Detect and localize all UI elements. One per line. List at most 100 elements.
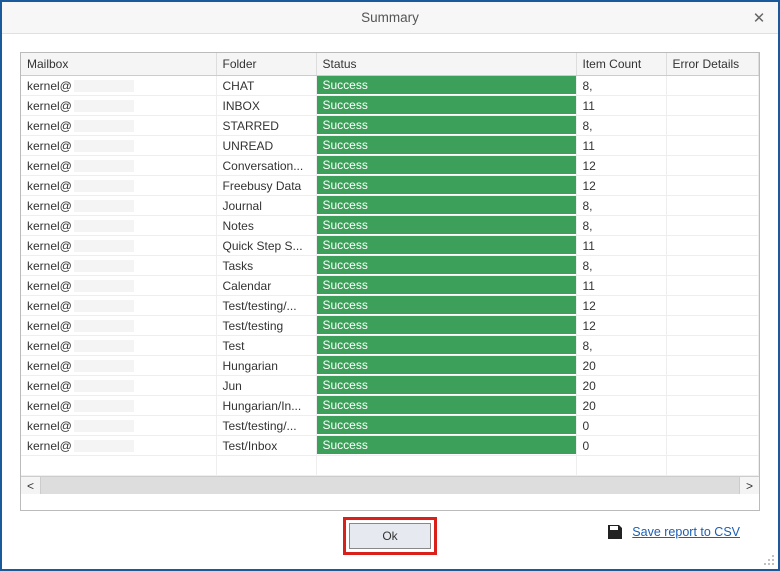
results-table: Mailbox Folder Status Item Count Error D… <box>21 53 759 476</box>
scroll-right-button[interactable]: > <box>739 477 759 494</box>
cell-status: Success <box>316 336 576 356</box>
cell-mailbox: kernel@ <box>21 236 216 256</box>
table-row[interactable]: kernel@Hungarian/In...Success20 <box>21 396 759 416</box>
cell-item-count: 8, <box>576 116 666 136</box>
table-row[interactable]: kernel@Conversation...Success12 <box>21 156 759 176</box>
table-row[interactable]: kernel@TasksSuccess8, <box>21 256 759 276</box>
table-row[interactable]: kernel@Test/InboxSuccess0 <box>21 436 759 456</box>
cell-mailbox: kernel@ <box>21 196 216 216</box>
cell-mailbox: kernel@ <box>21 436 216 456</box>
dialog-body: Mailbox Folder Status Item Count Error D… <box>2 34 778 569</box>
cell-folder: Tasks <box>216 256 316 276</box>
cell-folder: Test/testing <box>216 316 316 336</box>
cell-error-details <box>666 356 759 376</box>
table-row[interactable]: kernel@CHATSuccess8, <box>21 76 759 96</box>
table-row[interactable]: kernel@STARREDSuccess8, <box>21 116 759 136</box>
cell-mailbox: kernel@ <box>21 296 216 316</box>
ok-button-label: Ok <box>382 529 397 543</box>
close-button[interactable]: ✕ <box>740 2 778 34</box>
table-row[interactable]: kernel@Freebusy DataSuccess12 <box>21 176 759 196</box>
table-row[interactable]: kernel@Test/testing/...Success12 <box>21 296 759 316</box>
cell-item-count: 11 <box>576 136 666 156</box>
cell-item-count: 11 <box>576 96 666 116</box>
col-folder[interactable]: Folder <box>216 53 316 76</box>
cell-item-count: 0 <box>576 416 666 436</box>
scroll-left-button[interactable]: < <box>21 477 41 494</box>
table-row[interactable]: kernel@JunSuccess20 <box>21 376 759 396</box>
cell-status: Success <box>316 236 576 256</box>
cell-mailbox: kernel@ <box>21 336 216 356</box>
cell-mailbox: kernel@ <box>21 76 216 96</box>
cell-error-details <box>666 316 759 336</box>
resize-grip[interactable] <box>762 553 774 565</box>
table-row[interactable]: kernel@HungarianSuccess20 <box>21 356 759 376</box>
col-item-count[interactable]: Item Count <box>576 53 666 76</box>
cell-error-details <box>666 136 759 156</box>
status-badge: Success <box>317 356 576 375</box>
cell-status: Success <box>316 416 576 436</box>
cell-item-count: 20 <box>576 376 666 396</box>
horizontal-scrollbar[interactable]: < > <box>21 476 759 494</box>
cell-folder: Test/testing/... <box>216 416 316 436</box>
cell-item-count: 11 <box>576 276 666 296</box>
cell-mailbox: kernel@ <box>21 416 216 436</box>
cell-folder: STARRED <box>216 116 316 136</box>
status-badge: Success <box>317 176 576 195</box>
table-row[interactable]: kernel@UNREADSuccess11 <box>21 136 759 156</box>
cell-folder: Freebusy Data <box>216 176 316 196</box>
cell-mailbox: kernel@ <box>21 276 216 296</box>
cell-mailbox: kernel@ <box>21 96 216 116</box>
cell-item-count: 8, <box>576 256 666 276</box>
status-badge: Success <box>317 96 576 115</box>
table-row <box>21 456 759 476</box>
status-badge: Success <box>317 396 576 415</box>
cell-item-count: 12 <box>576 316 666 336</box>
cell-error-details <box>666 256 759 276</box>
cell-status: Success <box>316 376 576 396</box>
cell-status: Success <box>316 436 576 456</box>
cell-status: Success <box>316 356 576 376</box>
cell-error-details <box>666 416 759 436</box>
cell-error-details <box>666 96 759 116</box>
cell-status: Success <box>316 176 576 196</box>
table-row[interactable]: kernel@Test/testingSuccess12 <box>21 316 759 336</box>
cell-item-count: 20 <box>576 356 666 376</box>
table-row[interactable]: kernel@TestSuccess8, <box>21 336 759 356</box>
cell-item-count: 12 <box>576 296 666 316</box>
cell-item-count: 8, <box>576 216 666 236</box>
status-badge: Success <box>317 336 576 355</box>
cell-status: Success <box>316 316 576 336</box>
col-status[interactable]: Status <box>316 53 576 76</box>
chevron-right-icon: > <box>746 479 753 493</box>
save-report-link[interactable]: Save report to CSV <box>632 525 740 539</box>
cell-status: Success <box>316 216 576 236</box>
cell-error-details <box>666 396 759 416</box>
table-row[interactable]: kernel@NotesSuccess8, <box>21 216 759 236</box>
table-row[interactable]: kernel@Test/testing/...Success0 <box>21 416 759 436</box>
col-mailbox[interactable]: Mailbox <box>21 53 216 76</box>
cell-status: Success <box>316 96 576 116</box>
status-badge: Success <box>317 256 576 275</box>
status-badge: Success <box>317 276 576 295</box>
cell-error-details <box>666 376 759 396</box>
table-row[interactable]: kernel@INBOXSuccess11 <box>21 96 759 116</box>
cell-folder: Journal <box>216 196 316 216</box>
table-row[interactable]: kernel@Quick Step S...Success11 <box>21 236 759 256</box>
table-row[interactable]: kernel@CalendarSuccess11 <box>21 276 759 296</box>
cell-error-details <box>666 296 759 316</box>
cell-mailbox: kernel@ <box>21 216 216 236</box>
status-badge: Success <box>317 76 576 95</box>
col-error-details[interactable]: Error Details <box>666 53 759 76</box>
cell-error-details <box>666 196 759 216</box>
cell-folder: Test/testing/... <box>216 296 316 316</box>
cell-error-details <box>666 176 759 196</box>
scroll-track[interactable] <box>41 477 739 494</box>
cell-status: Success <box>316 396 576 416</box>
status-badge: Success <box>317 316 576 335</box>
summary-dialog: Summary ✕ Mailbox Folder Status Item Cou… <box>0 0 780 571</box>
cell-mailbox: kernel@ <box>21 316 216 336</box>
cell-mailbox: kernel@ <box>21 396 216 416</box>
table-row[interactable]: kernel@JournalSuccess8, <box>21 196 759 216</box>
cell-folder: Conversation... <box>216 156 316 176</box>
ok-button[interactable]: Ok <box>349 523 431 549</box>
